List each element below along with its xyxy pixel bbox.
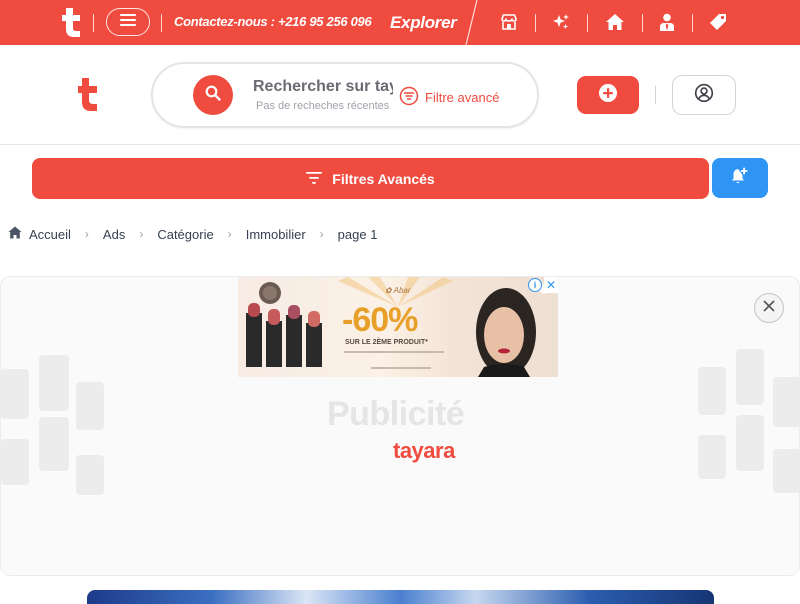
add-ad-button[interactable]: [577, 76, 639, 114]
close-ad-button[interactable]: [754, 293, 784, 323]
advanced-filters-button[interactable]: Filtres Avancés: [32, 158, 709, 199]
breadcrumb-ads[interactable]: Ads: [103, 227, 125, 242]
ad-placeholder-shape: [773, 377, 799, 427]
search-input[interactable]: Rechercher sur tayara: [253, 78, 393, 96]
divider: [535, 14, 536, 32]
user-circle-icon: [694, 83, 714, 108]
close-icon: [763, 299, 775, 317]
divider: [161, 14, 162, 32]
store-icon[interactable]: [498, 11, 520, 33]
ad-brand-mark: ✿ Abar: [385, 286, 411, 295]
ad-placeholder-shape: [76, 455, 104, 495]
breadcrumb-immobilier[interactable]: Immobilier: [246, 227, 306, 242]
ad-placeholder-shape: [39, 355, 69, 411]
search-bar[interactable]: Rechercher sur tayara Pas de recheches r…: [151, 62, 539, 128]
ad-placeholder-shape: [76, 382, 104, 430]
ad-close-x-icon[interactable]: ✕: [544, 277, 558, 293]
divider: [587, 14, 588, 32]
home-icon: [8, 226, 22, 242]
tayara-logo[interactable]: [76, 76, 102, 112]
advanced-filter-link[interactable]: Filtre avancé: [399, 86, 499, 109]
breadcrumb-home[interactable]: Accueil: [8, 226, 71, 242]
ad-discount: -60%: [342, 301, 418, 339]
hamburger-icon: [120, 13, 136, 31]
ad-offer: SUR LE 2ÈME PRODUIT*: [345, 339, 428, 346]
home-icon[interactable]: [604, 11, 626, 33]
chevron-right-icon: ›: [139, 227, 144, 241]
ad-fineprint-line: [371, 367, 431, 369]
breadcrumb-category[interactable]: Catégorie: [157, 227, 213, 242]
chevron-right-icon: ›: [227, 227, 232, 241]
divider: [655, 86, 656, 104]
divider: [464, 0, 478, 46]
explorer-link[interactable]: Explorer: [390, 13, 457, 33]
ad-placeholder-shape: [1, 439, 29, 485]
breadcrumb-label: Accueil: [29, 226, 71, 242]
top-bar: Contactez-nous : +216 95 256 096 Explore…: [0, 0, 800, 46]
listing-image[interactable]: [87, 590, 714, 604]
ad-placeholder-shape: [698, 435, 726, 479]
tag-icon[interactable]: [707, 11, 729, 33]
divider: [642, 14, 643, 32]
ad-placeholder-title: Publicité: [327, 395, 465, 433]
contact-phone-link[interactable]: Contactez-nous : +216 95 256 096: [174, 14, 372, 29]
divider: [692, 14, 693, 32]
menu-button[interactable]: [106, 8, 150, 36]
breadcrumb: Accueil › Ads › Catégorie › Immobilier ›…: [8, 226, 377, 242]
user-tie-icon[interactable]: [656, 11, 678, 33]
tayara-logo[interactable]: [58, 6, 88, 38]
search-icon: [205, 85, 221, 106]
ad-placeholder-shape: [736, 415, 764, 471]
plus-circle-icon: [598, 83, 618, 108]
recent-searches-text: Pas de recheches récentes: [256, 100, 390, 112]
ad-placeholder-shape: [773, 449, 799, 493]
ad-placeholder-shape: [736, 349, 764, 405]
ad-banner[interactable]: ✿ Abar -60% SUR LE 2ÈME PRODUIT* i ✕: [238, 277, 558, 377]
create-alert-button[interactable]: [712, 158, 768, 198]
chevron-right-icon: ›: [84, 227, 89, 241]
search-button[interactable]: [193, 75, 233, 115]
bell-plus-icon: [730, 166, 750, 191]
ad-placeholder-shape: [39, 417, 69, 471]
account-button[interactable]: [672, 75, 736, 115]
advanced-filters-label: Filtres Avancés: [332, 170, 435, 187]
advanced-filter-label: Filtre avancé: [425, 90, 500, 105]
ad-placeholder-shape: [698, 367, 726, 415]
ad-placeholder-brand: tayara: [393, 438, 455, 463]
chevron-right-icon: ›: [319, 227, 324, 241]
header: Rechercher sur tayara Pas de recheches r…: [0, 45, 800, 145]
divider: [93, 14, 94, 32]
ad-placeholder-shape: [1, 369, 29, 419]
ad-container: ✿ Abar -60% SUR LE 2ÈME PRODUIT* i ✕ Pub…: [0, 276, 800, 576]
filter-icon: [399, 86, 419, 109]
ad-fineprint-line: [344, 351, 444, 353]
breadcrumb-page: page 1: [337, 226, 378, 242]
sparkle-icon[interactable]: [550, 11, 572, 33]
ad-info-icon[interactable]: i: [528, 278, 542, 292]
filter-lines-icon: [306, 171, 323, 187]
